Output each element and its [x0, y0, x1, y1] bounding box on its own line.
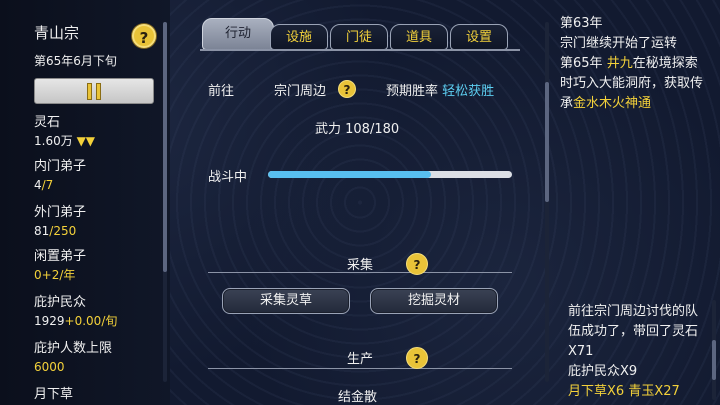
log-entry: 第65年 井九在秘境探索时巧入大能洞府，获取传承金水木火神通 [560, 54, 710, 114]
produce-help-icon[interactable]: ? [406, 347, 428, 369]
produce-title: 生产 [346, 352, 373, 367]
gather-title: 采集 [346, 258, 373, 273]
battle-status-label: 战斗中 [208, 170, 248, 185]
tab-items[interactable]: 道具 [390, 24, 448, 50]
log-entry: 庇护民众X9 [568, 362, 708, 382]
event-log-recent: 前往宗门周边讨伐的队伍成功了，带回了灵石X71 庇护民众X9 月下草X6 青玉X27 [568, 302, 708, 402]
log-text: 金水木火神通 [573, 96, 652, 111]
log-text: 第65年 [560, 56, 607, 71]
destination-select[interactable]: 宗门周边 [274, 80, 326, 99]
log-text: 宗门继续开始了运转 [560, 36, 678, 51]
log-text: 第63年 [560, 16, 603, 31]
winrate-value: 轻松获胜 [442, 84, 495, 99]
gather-herbs-button[interactable]: 采集灵草 [222, 288, 350, 314]
log-entry: 月下草X6 青玉X27 [568, 382, 708, 402]
tab-settings[interactable]: 设置 [450, 24, 508, 50]
log-text: 月下草X6 [568, 384, 629, 399]
produce-item[interactable]: 结金散 [338, 386, 377, 405]
pause-button[interactable] [34, 78, 154, 104]
stat-protection-limit: 庇护人数上限 6000 [34, 341, 113, 374]
tab-action[interactable]: 行动 [202, 18, 274, 50]
battle-progress-fill [268, 171, 432, 178]
decrease-arrow-icon: ▼▼ [76, 134, 96, 148]
tab-facilities[interactable]: 设施 [270, 24, 328, 50]
left-scrollbar[interactable] [163, 22, 167, 382]
battle-progress-bar [268, 171, 512, 178]
goto-label: 前往 [208, 84, 235, 99]
stat-protected-people: 庇护民众 1929+0.00/旬 [34, 295, 118, 328]
log-scrollbar[interactable] [712, 300, 716, 400]
tab-underline [200, 49, 520, 51]
power-readout: 武力 108/180 [315, 122, 400, 137]
stat-moon-grass: 月下草 [34, 387, 74, 402]
stat-inner-disciples: 内门弟子 4/7 [34, 159, 87, 192]
log-entry: 第63年 [560, 14, 710, 34]
tab-bar: 行动 设施 门徒 道具 设置 [178, 0, 542, 52]
log-text: 青玉X27 [628, 384, 680, 399]
game-date: 第65年6月下旬 [34, 54, 117, 68]
destination-help-icon[interactable]: ? [338, 80, 356, 98]
stat-spirit-stone: 灵石 1.60万 ▼▼ [34, 115, 96, 148]
pause-icon [87, 82, 101, 100]
gather-help-icon[interactable]: ? [406, 253, 428, 275]
action-panel: 行动 设施 门徒 道具 设置 前往 宗门周边 ? 预期胜率 轻松获胜 武力 10… [178, 0, 542, 405]
winrate-label: 预期胜率 轻松获胜 [386, 84, 495, 99]
tab-disciples[interactable]: 门徒 [330, 24, 388, 50]
center-scrollbar[interactable] [545, 22, 549, 382]
log-entry: 宗门继续开始了运转 [560, 34, 710, 54]
sect-help-icon[interactable]: ? [132, 24, 156, 48]
event-log: 第63年宗门继续开始了运转第65年 井九在秘境探索时巧入大能洞府，获取传承金水木… [560, 14, 710, 114]
log-text: 前往宗门周边讨伐的队伍成功了，带回了灵石X71 [568, 304, 699, 359]
log-entry: 前往宗门周边讨伐的队伍成功了，带回了灵石X71 [568, 302, 708, 362]
stat-idle-disciples: 闲置弟子 0+2/年 [34, 249, 87, 282]
log-text: 庇护民众X9 [568, 364, 638, 379]
log-text: 井九 [606, 56, 633, 71]
mine-materials-button[interactable]: 挖掘灵材 [370, 288, 498, 314]
stat-outer-disciples: 外门弟子 81/250 [34, 205, 87, 238]
produce-divider [208, 368, 512, 369]
